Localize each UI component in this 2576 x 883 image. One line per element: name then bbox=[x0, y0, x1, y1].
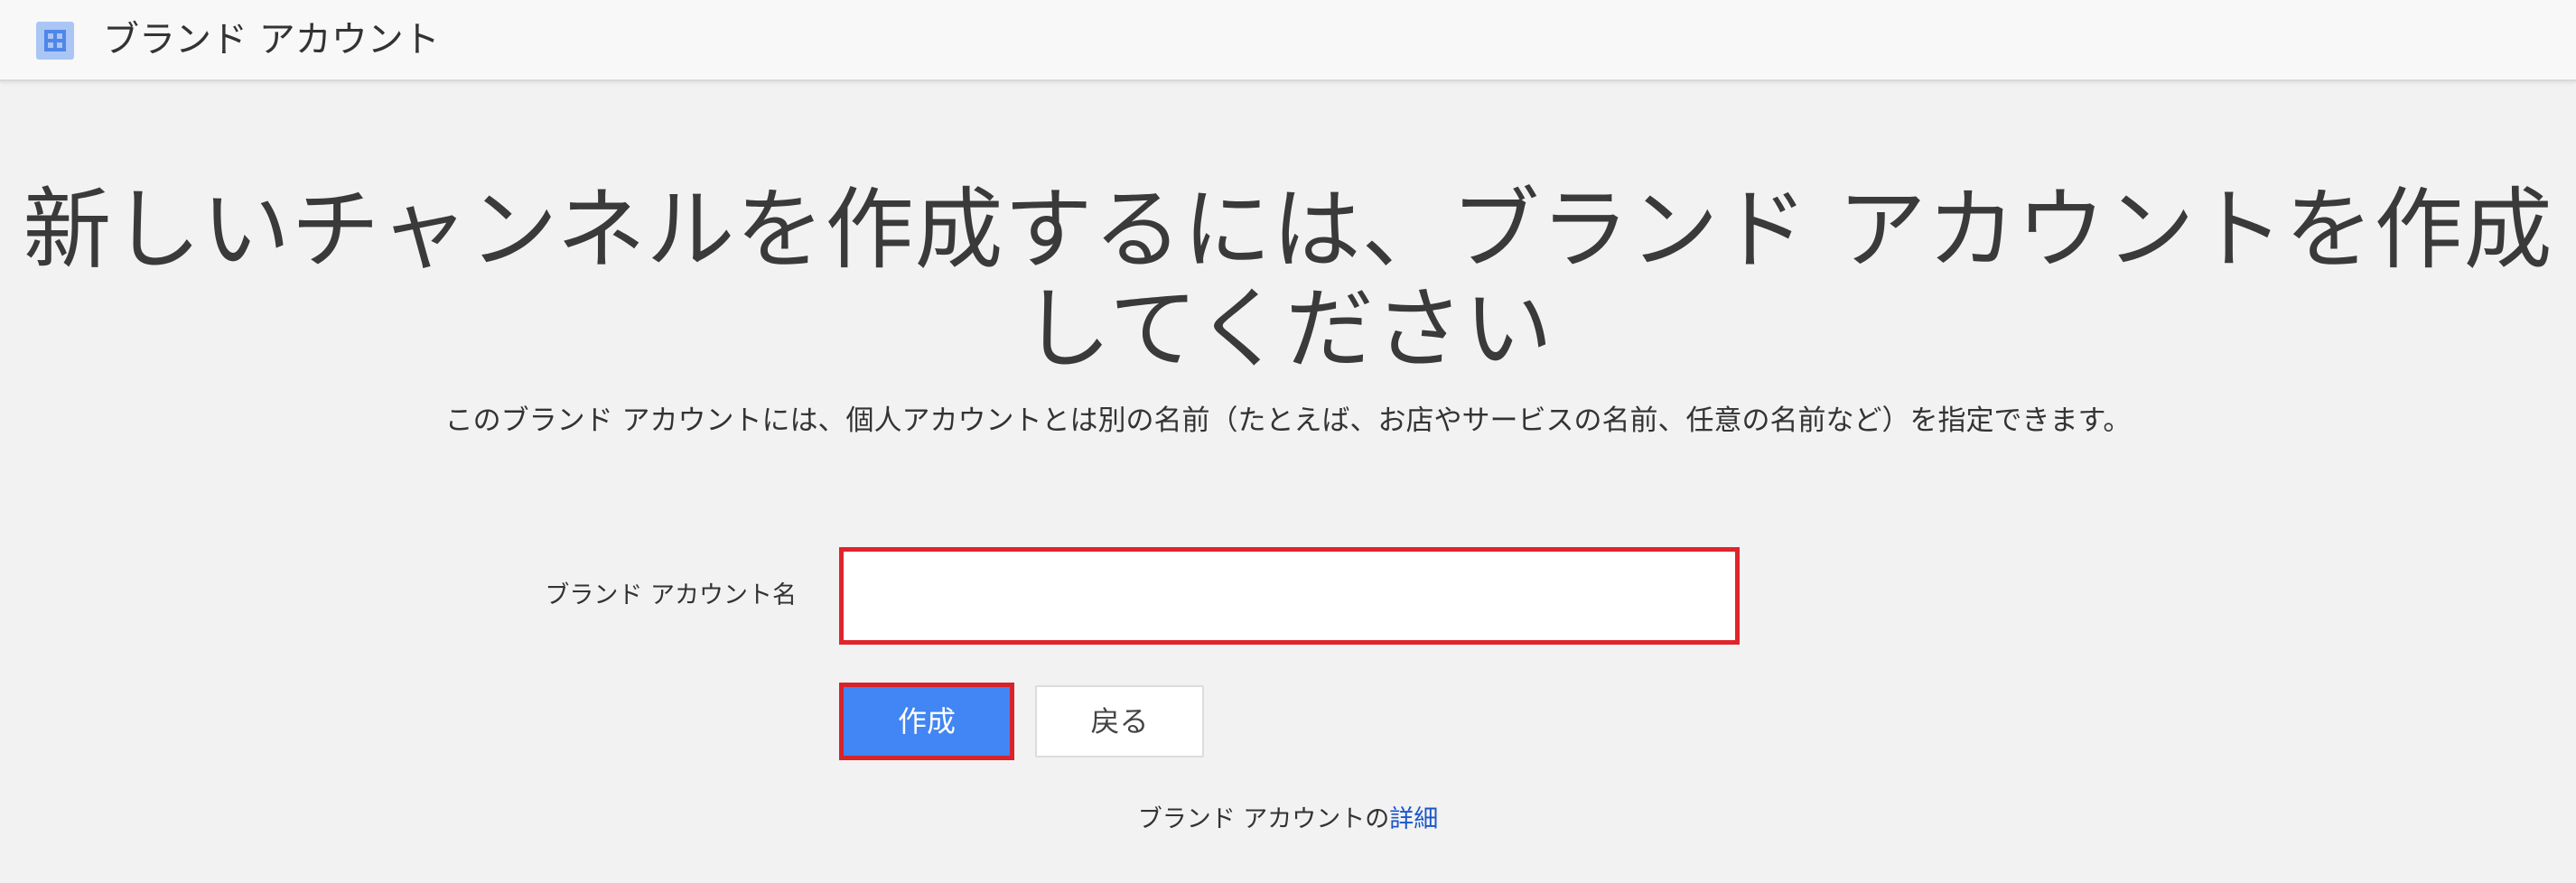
brand-account-icon bbox=[36, 22, 74, 60]
brand-account-name-input[interactable] bbox=[839, 547, 1740, 645]
footer-note-text: ブランド アカウントの bbox=[1137, 805, 1390, 833]
brand-account-name-label: ブランド アカウント名 bbox=[545, 581, 797, 609]
back-button[interactable]: 戻る bbox=[1035, 685, 1204, 758]
details-link[interactable]: 詳細 bbox=[1389, 805, 1438, 833]
app-title: ブランド アカウント bbox=[103, 19, 440, 60]
footer-note: ブランド アカウントの詳細 bbox=[0, 802, 2576, 838]
page-title-line-2: してください bbox=[1022, 278, 1554, 381]
create-button[interactable]: 作成 bbox=[839, 683, 1014, 760]
page-title: 新しいチャンネルを作成するには、ブランド アカウントを作成 してください bbox=[0, 181, 2576, 379]
page-description: このブランド アカウントには、個人アカウントとは別の名前（たとえば、お店やサービ… bbox=[444, 404, 2132, 437]
page-title-line-1: 新しいチャンネルを作成するには、ブランド アカウントを作成 bbox=[23, 179, 2553, 282]
top-bar: ブランド アカウント bbox=[0, 0, 2576, 81]
